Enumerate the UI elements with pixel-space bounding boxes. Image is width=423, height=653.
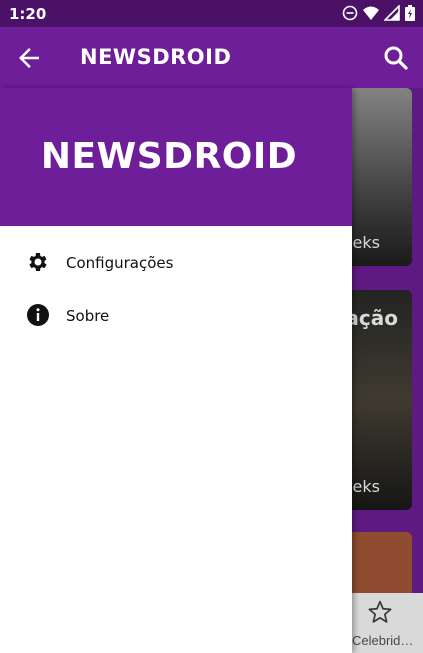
battery-icon (405, 5, 415, 21)
drawer-item-label: Sobre (66, 307, 110, 325)
drawer-item-label: Configurações (66, 254, 174, 272)
app-title: NEWSDROID (80, 45, 232, 69)
status-bar: 1:20 (0, 0, 423, 27)
info-icon (26, 303, 50, 327)
drawer-brand-title: NEWSDROID (40, 136, 298, 177)
status-icons (342, 4, 415, 21)
drawer-item-sobre[interactable]: Sobre (0, 289, 352, 342)
status-time: 1:20 (9, 5, 47, 23)
signal-icon (383, 4, 400, 21)
search-icon[interactable] (381, 43, 411, 73)
wifi-icon (363, 5, 379, 21)
navigation-drawer: NEWSDROID Configurações Sobre (0, 88, 352, 653)
do-not-disturb-icon (342, 5, 358, 21)
gear-icon (26, 250, 50, 274)
drawer-item-configuracoes[interactable]: Configurações (0, 236, 352, 289)
arrow-back-icon[interactable] (14, 43, 44, 73)
drawer-header: NEWSDROID (0, 88, 352, 226)
app-bar: NEWSDROID (0, 27, 423, 88)
